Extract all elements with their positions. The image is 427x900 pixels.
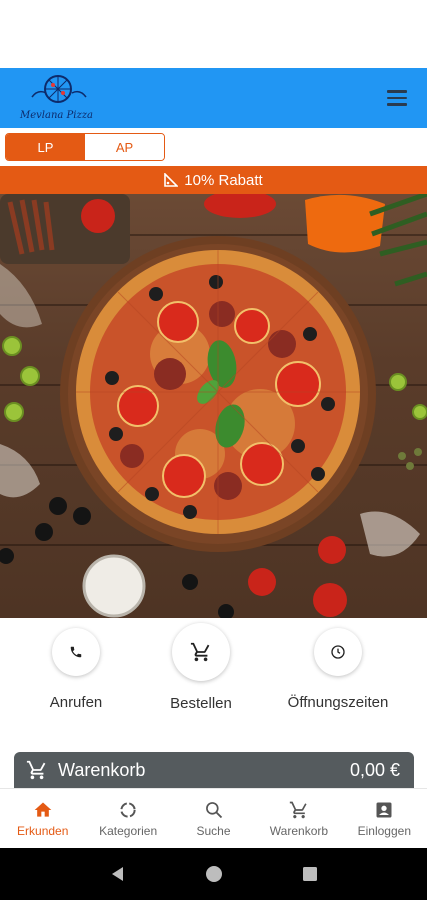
nav-item-categories[interactable]: Kategorien <box>85 789 170 848</box>
nav-label-categories: Kategorien <box>99 823 158 838</box>
hero-pizza-image <box>0 194 427 618</box>
account-icon <box>376 802 392 817</box>
nav-item-search[interactable]: Suche <box>171 789 256 848</box>
opening-hours-label: Öffnungszeiten <box>287 694 389 711</box>
nav-item-explore[interactable]: Erkunden <box>0 789 85 848</box>
cart-total: 0,00 € <box>349 759 400 780</box>
promo-banner[interactable]: 10% Rabatt <box>0 166 427 194</box>
brand-logo[interactable]: Mevlana Pizza <box>18 71 100 125</box>
order-button[interactable]: Bestellen <box>131 623 271 712</box>
language-option-lp[interactable]: LP <box>6 134 85 160</box>
opening-hours-circle <box>314 628 362 676</box>
system-navigation-bar <box>0 848 427 900</box>
hamburger-menu-icon[interactable] <box>387 85 413 111</box>
quick-actions: Anrufen Bestellen Öffnungszeiten <box>0 618 427 748</box>
clock-icon <box>331 645 345 659</box>
nav-item-login[interactable]: Einloggen <box>342 789 427 848</box>
order-circle <box>172 623 230 681</box>
discount-icon <box>164 173 179 187</box>
categories-icon <box>120 801 136 818</box>
language-option-ap[interactable]: AP <box>85 134 164 160</box>
call-button[interactable]: Anrufen <box>6 628 146 711</box>
promo-label: 10% Rabatt <box>184 171 263 189</box>
search-icon <box>205 801 222 818</box>
back-icon[interactable] <box>109 865 127 883</box>
nav-label-login: Einloggen <box>357 823 412 838</box>
bottom-navigation: Erkunden Kategorien Suche Warenkorb Einl… <box>0 788 427 848</box>
nav-item-cart[interactable]: Warenkorb <box>256 789 341 848</box>
pizza-photo <box>0 194 427 618</box>
phone-icon <box>70 646 82 658</box>
pizza-logo-icon <box>31 75 87 103</box>
call-label: Anrufen <box>49 694 103 711</box>
cart-summary-bar[interactable]: Warenkorb 0,00 € <box>14 752 414 788</box>
home-button-icon[interactable] <box>205 865 223 883</box>
logo-text: Mevlana Pizza <box>20 110 93 121</box>
status-bar <box>0 0 427 68</box>
nav-label-explore: Erkunden <box>17 823 69 838</box>
cart-icon <box>190 642 210 662</box>
recents-icon[interactable] <box>302 866 318 882</box>
nav-label-cart: Warenkorb <box>269 823 329 838</box>
opening-hours-button[interactable]: Öffnungszeiten <box>268 628 408 711</box>
call-circle <box>52 628 100 676</box>
home-icon <box>34 802 52 817</box>
cart-label: Warenkorb <box>58 759 146 780</box>
cart-icon <box>26 760 46 780</box>
app-header: Mevlana Pizza <box>0 68 427 128</box>
order-label: Bestellen <box>170 695 232 712</box>
nav-label-search: Suche <box>196 823 231 838</box>
language-toggle: LP AP <box>5 133 165 161</box>
cart-icon <box>289 801 307 818</box>
